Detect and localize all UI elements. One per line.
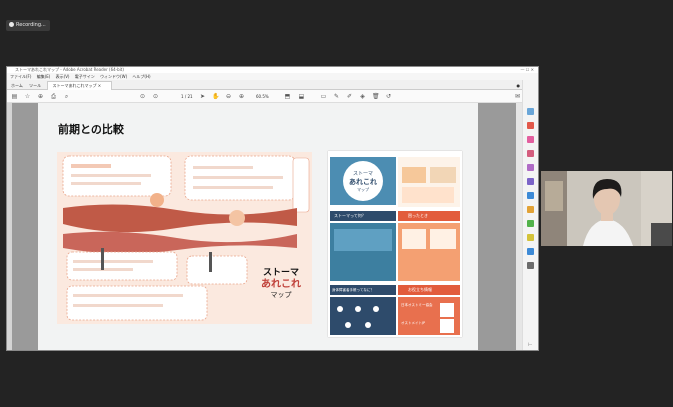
window-title: ストーマあれこれマップ - Adobe Acrobat Reader (64-b… — [15, 67, 124, 72]
comment-icon[interactable]: ▭ — [320, 93, 327, 100]
menu-file[interactable]: ファイル(F) — [10, 74, 31, 79]
zoom-level[interactable]: 60.5% — [256, 93, 269, 100]
close-icon[interactable]: × — [98, 83, 101, 88]
edit-pdf-icon[interactable] — [527, 150, 534, 157]
bookmark-star-icon[interactable]: ☆ — [24, 93, 31, 100]
new-poster-title-line-2: あれこれ — [349, 178, 377, 186]
previous-poster: ストーマ あれこれ マップ — [57, 152, 312, 324]
undo-icon[interactable]: ↺ — [385, 93, 392, 100]
search-icon[interactable]: ⌕ — [63, 93, 70, 100]
slide-heading: 前期との比較 — [58, 123, 124, 136]
highlight-icon[interactable]: ✎ — [333, 93, 340, 100]
record-icon — [9, 22, 14, 27]
recording-label: Recording... — [16, 22, 46, 28]
upload-icon[interactable]: ⊕ — [37, 93, 44, 100]
menu-view[interactable]: 表示(V) — [56, 74, 70, 79]
more-tools-icon[interactable] — [527, 262, 534, 269]
send-review-icon[interactable] — [527, 206, 534, 213]
logo-line-2: あれこれ — [261, 279, 301, 290]
acrobat-window: ストーマあれこれマップ - Adobe Acrobat Reader (64-b… — [6, 66, 539, 351]
search-tool-icon[interactable] — [527, 108, 534, 115]
cursor-icon[interactable]: ➤ — [199, 93, 206, 100]
logo-line-1: ストーマ — [262, 268, 299, 278]
menu-edit[interactable]: 編集(E) — [37, 74, 51, 79]
tab-bar: ホーム ツール ストーマあれこれマップ × ? ● — [7, 80, 538, 91]
menu-window[interactable]: ウィンドウ(W) — [100, 74, 127, 79]
scan-ocr-icon[interactable] — [527, 248, 534, 255]
section-what-is-stoma: ストーマって何？ — [334, 213, 366, 218]
page-indicator[interactable]: 1 / 21 — [181, 93, 193, 100]
save-icon[interactable]: ▤ — [11, 93, 18, 100]
section-troubles: 困ったとき — [408, 213, 428, 218]
organize-pages-icon[interactable] — [527, 164, 534, 171]
protect-icon[interactable] — [527, 220, 534, 227]
participant-video[interactable] — [541, 171, 672, 246]
participant-video-frame — [541, 171, 672, 246]
panel-collapse-icon[interactable]: ⊢ — [528, 342, 532, 348]
print-icon[interactable]: ⎙ — [50, 93, 57, 100]
draw-icon[interactable]: ✐ — [346, 93, 353, 100]
zoom-out-icon[interactable]: ⊖ — [225, 93, 232, 100]
logo-line-3: マップ — [270, 291, 292, 299]
new-poster-title-line-1: ストーマ — [352, 171, 373, 177]
new-poster-title-line-3: マップ — [357, 187, 369, 192]
page-total: / 21 — [184, 94, 193, 99]
menu-help[interactable]: ヘルプ(H) — [132, 74, 150, 79]
hand-icon[interactable]: ✋ — [212, 93, 219, 100]
create-pdf-icon[interactable] — [527, 136, 534, 143]
compress-icon[interactable] — [527, 234, 534, 241]
menu-esign[interactable]: 電子サイン — [75, 74, 95, 79]
scroll-mode-icon[interactable]: ⬓ — [298, 93, 305, 100]
prev-page-icon[interactable]: ⊙ — [139, 93, 146, 100]
menu-bar: ファイル(F) 編集(E) 表示(V) 電子サイン ウィンドウ(W) ヘルプ(H… — [7, 73, 538, 80]
new-poster-title: ストーマ あれこれ マップ — [343, 170, 383, 194]
left-panel-toggle[interactable] — [7, 103, 12, 350]
toolbar: ▤ ☆ ⊕ ⎙ ⌕ ⊙ ⊙ 1 / 21 ➤ ✋ ⊖ ⊕ 60.5% ⬒ ⬓ ▭… — [7, 90, 538, 103]
tab-document-label: ストーマあれこれマップ — [52, 83, 97, 88]
delete-icon[interactable]: 🗑 — [372, 93, 380, 100]
tools-side-panel: ⊢ — [522, 80, 538, 350]
fit-page-icon[interactable]: ⬒ — [284, 93, 291, 100]
next-page-icon[interactable]: ⊙ — [152, 93, 159, 100]
stamp-icon[interactable]: ◈ — [359, 93, 366, 100]
mail-icon[interactable]: ✉ — [514, 93, 521, 100]
comment-tool-icon[interactable] — [527, 178, 534, 185]
link-ostomate-jp: オストメイトJP — [401, 321, 426, 325]
export-pdf-icon[interactable] — [527, 122, 534, 129]
zoom-in-icon[interactable]: ⊕ — [238, 93, 245, 100]
previous-poster-logo: ストーマ あれこれ マップ — [253, 268, 309, 301]
fill-sign-icon[interactable] — [527, 192, 534, 199]
recording-badge: Recording... — [6, 20, 50, 31]
pdf-page: 前期との比較 ストーマ あれこれ マップ ストーマ あれこれ マップ ストーマっ… — [38, 103, 478, 350]
link-ostomy-association: 日本オストミー協会 — [401, 303, 433, 307]
section-disability-card: 身体障害者手帳ってなに？ — [332, 288, 374, 292]
new-poster: ストーマ あれこれ マップ ストーマって何？ 困ったとき 身体障害者手帳ってなに… — [328, 151, 462, 337]
section-useful-info: お役立ち情報 — [408, 287, 432, 292]
page-current[interactable]: 1 — [181, 94, 184, 99]
